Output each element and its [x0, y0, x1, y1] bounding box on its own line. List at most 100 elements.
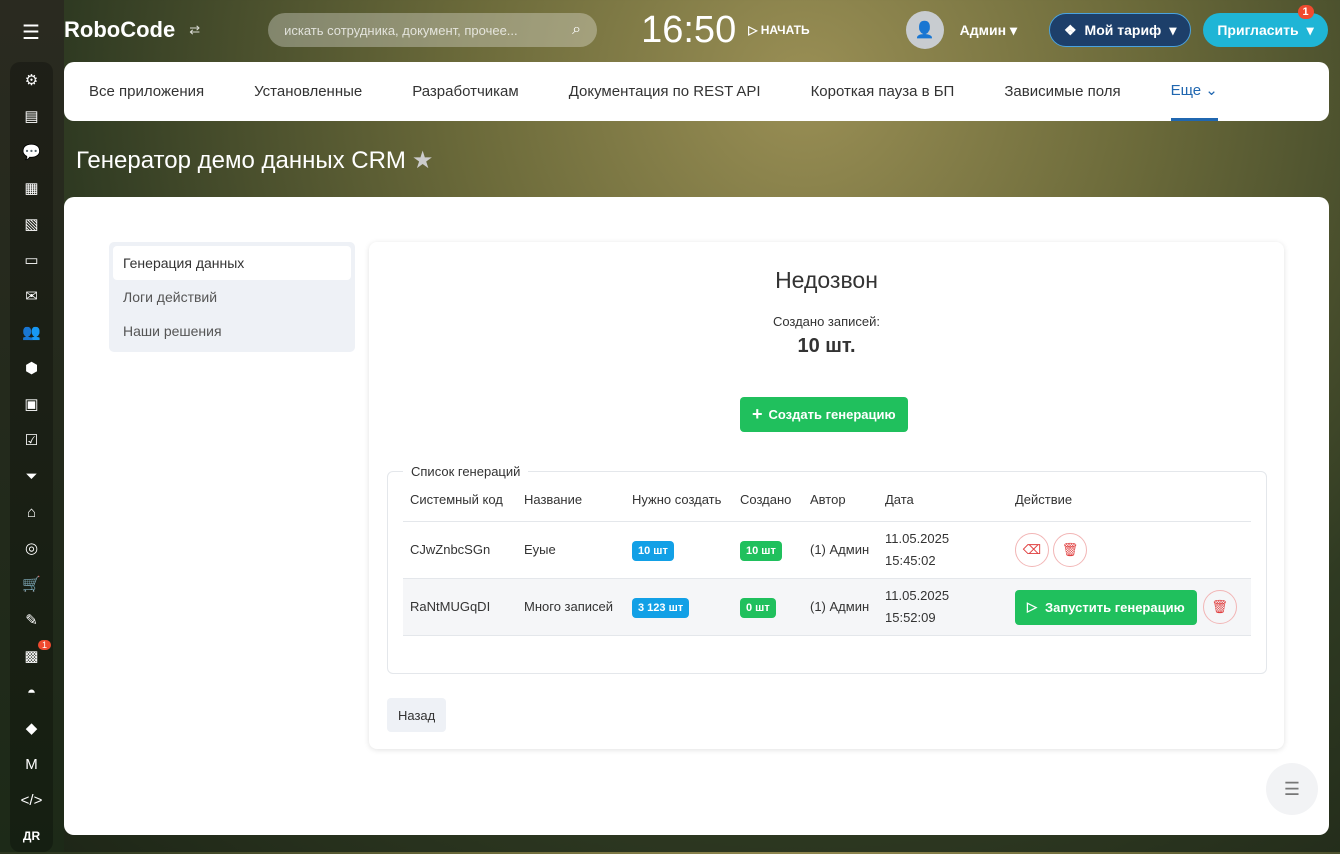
- eraser-icon[interactable]: ⌫: [1015, 533, 1049, 567]
- menu-item-solutions[interactable]: Наши решения: [113, 314, 351, 348]
- col-created: Создано: [733, 479, 803, 522]
- news-icon[interactable]: ▤: [10, 98, 53, 134]
- created-badge: 0 шт: [740, 598, 776, 618]
- tariff-label: Мой тариф: [1084, 22, 1162, 38]
- user-menu[interactable]: Админ ▾: [960, 22, 1017, 39]
- play-icon: ▷: [1027, 599, 1037, 614]
- box-icon[interactable]: ⬢: [10, 350, 53, 386]
- cell-date: 11.05.2025 15:45:02: [878, 521, 1008, 579]
- sign-icon[interactable]: ✎: [10, 602, 53, 638]
- date: 11.05.2025: [885, 531, 950, 546]
- col-action: Действие: [1008, 479, 1251, 522]
- marketplace-icon[interactable]: M: [10, 746, 53, 782]
- tab-developers[interactable]: Разработчикам: [412, 62, 518, 121]
- groups-icon[interactable]: 👥: [10, 314, 53, 350]
- tab-more-label: Еще: [1170, 81, 1202, 99]
- side-menu: Генерация данных Логи действий Наши реше…: [109, 242, 355, 352]
- header: RoboCode ⇄ ⌕ 16:50 ▷ НАЧАТЬ 👤 Админ ▾ ❖ М…: [64, 0, 1340, 60]
- calendar-icon[interactable]: ▦: [10, 170, 53, 206]
- trash-icon[interactable]: 🗑: [1202, 590, 1237, 624]
- contact-icon[interactable]: ▩ 1: [10, 638, 53, 674]
- cart-icon[interactable]: 🛒: [10, 566, 53, 602]
- date: 11.05.2025: [885, 588, 950, 603]
- search-icon[interactable]: ⌕: [572, 21, 581, 39]
- sidebar-icons: ⚙ ▤ 💬 ▦ ▧ ▭ ✉ 👥 ⬢ ▣ ☑ ⏷ ⌂ ◎ 🛒 ✎ ▩ 1 ◓ ◆ M </> ДR: [10, 62, 53, 852]
- back-button[interactable]: Назад: [387, 698, 447, 732]
- cell-author: (1) Админ: [803, 578, 878, 636]
- cell-need: 10 шт: [625, 521, 733, 579]
- cell-name: Много записей: [517, 578, 625, 636]
- created-badge: 10 шт: [740, 541, 782, 561]
- tariff-button[interactable]: ❖ Мой тариф ▾: [1048, 13, 1192, 47]
- cell-created: 10 шт: [733, 521, 803, 579]
- card-title: Недозвон: [775, 267, 878, 293]
- tab-dependent-fields[interactable]: Зависимые поля: [1004, 62, 1120, 121]
- trash-icon[interactable]: 🗑: [1053, 533, 1087, 567]
- mail-icon[interactable]: ✉: [10, 278, 53, 314]
- run-generation-label: Запустить генерацию: [1045, 599, 1185, 615]
- tab-more[interactable]: Еще ⌄: [1170, 62, 1218, 121]
- target-icon[interactable]: ◎: [10, 530, 53, 566]
- time: 15:45:02: [885, 553, 936, 568]
- invite-button[interactable]: Пригласить ▾ 1: [1203, 5, 1328, 47]
- cell-action: ⌫ 🗑: [1008, 521, 1251, 579]
- code-icon[interactable]: </>: [10, 782, 53, 818]
- document-icon[interactable]: ▧: [10, 206, 53, 242]
- run-generation-button[interactable]: ▷ Запустить генерацию: [1015, 589, 1197, 625]
- need-badge: 3 123 шт: [632, 598, 690, 618]
- start-label: НАЧАТЬ: [760, 23, 810, 37]
- table-row: RaNtMUGqDI Много записей 3 123 шт 0 шт (…: [403, 578, 1251, 636]
- created-label: Создано записей:: [772, 314, 881, 329]
- generation-list-legend: Список генераций: [411, 464, 521, 479]
- training-icon[interactable]: ▣: [10, 386, 53, 422]
- invite-badge: 1: [1297, 5, 1314, 19]
- col-name: Название: [517, 479, 625, 522]
- tabs-bar: Все приложения Установленные Разработчик…: [64, 62, 1329, 121]
- star-icon[interactable]: ★: [412, 147, 434, 174]
- menu-item-logs[interactable]: Логи действий: [113, 280, 351, 314]
- col-code: Системный код: [403, 479, 517, 522]
- clock: 16:50: [641, 8, 737, 51]
- tab-all-apps[interactable]: Все приложения: [89, 62, 204, 121]
- user-icon[interactable]: ДR: [10, 818, 53, 854]
- avatar[interactable]: 👤: [905, 11, 944, 49]
- table-row: CJwZnbcSGn Еуые 10 шт 10 шт (1) Админ 11…: [403, 521, 1251, 579]
- tab-rest-docs[interactable]: Документация по REST API: [569, 62, 761, 121]
- chat-icon[interactable]: 💬: [10, 134, 53, 170]
- create-generation-button[interactable]: + Создать генерацию: [740, 397, 908, 432]
- created-value: 10 шт.: [797, 335, 856, 357]
- android-icon[interactable]: ◓: [10, 674, 53, 710]
- drive-icon[interactable]: ▭: [10, 242, 53, 278]
- cell-created: 0 шт: [733, 578, 803, 636]
- logo[interactable]: RoboCode: [64, 17, 175, 43]
- start-button[interactable]: ▷ НАЧАТЬ: [748, 23, 809, 37]
- search-box: ⌕: [268, 13, 598, 47]
- col-author: Автор: [803, 479, 878, 522]
- store-icon[interactable]: ⌂: [10, 494, 53, 530]
- search-input[interactable]: [284, 22, 545, 38]
- page-title-text: Генератор демо данных CRM: [76, 147, 406, 174]
- main-panel: Генерация данных Логи действий Наши реше…: [64, 197, 1329, 835]
- settings-icon[interactable]: ⇄: [189, 22, 200, 38]
- generation-table: Системный код Название Нужно создать Соз…: [403, 479, 1251, 636]
- list-icon[interactable]: ☰: [1266, 763, 1318, 815]
- cell-code: RaNtMUGqDI: [403, 578, 517, 636]
- menu-item-generation[interactable]: Генерация данных: [113, 246, 351, 280]
- cell-name: Еуые: [517, 521, 625, 579]
- menu-icon[interactable]: ☰: [22, 20, 40, 45]
- col-date: Дата: [878, 479, 1008, 522]
- filter-icon[interactable]: ⏷: [10, 458, 53, 494]
- cube-icon[interactable]: ◆: [10, 710, 53, 746]
- generator-card: Недозвон Создано записей: 10 шт. + Создат…: [369, 242, 1284, 749]
- left-sidebar: ☰ ⚙ ▤ 💬 ▦ ▧ ▭ ✉ 👥 ⬢ ▣ ☑ ⏷ ⌂ ◎ 🛒 ✎ ▩ 1 ◓ ◆ M </> ДR: [0, 0, 64, 852]
- need-badge: 10 шт: [632, 541, 674, 561]
- invite-label: Пригласить: [1217, 22, 1299, 38]
- page-title: Генератор демо данных CRM ★: [76, 146, 433, 175]
- tasks-icon[interactable]: ☑: [10, 422, 53, 458]
- tab-installed[interactable]: Установленные: [254, 62, 362, 121]
- tab-short-pause[interactable]: Короткая пауза в БП: [811, 62, 955, 121]
- user-name: Админ: [959, 21, 1007, 38]
- sitemap-icon[interactable]: ⚙: [10, 62, 53, 98]
- cell-action: ▷ Запустить генерацию 🗑: [1008, 578, 1251, 636]
- col-need: Нужно создать: [625, 479, 733, 522]
